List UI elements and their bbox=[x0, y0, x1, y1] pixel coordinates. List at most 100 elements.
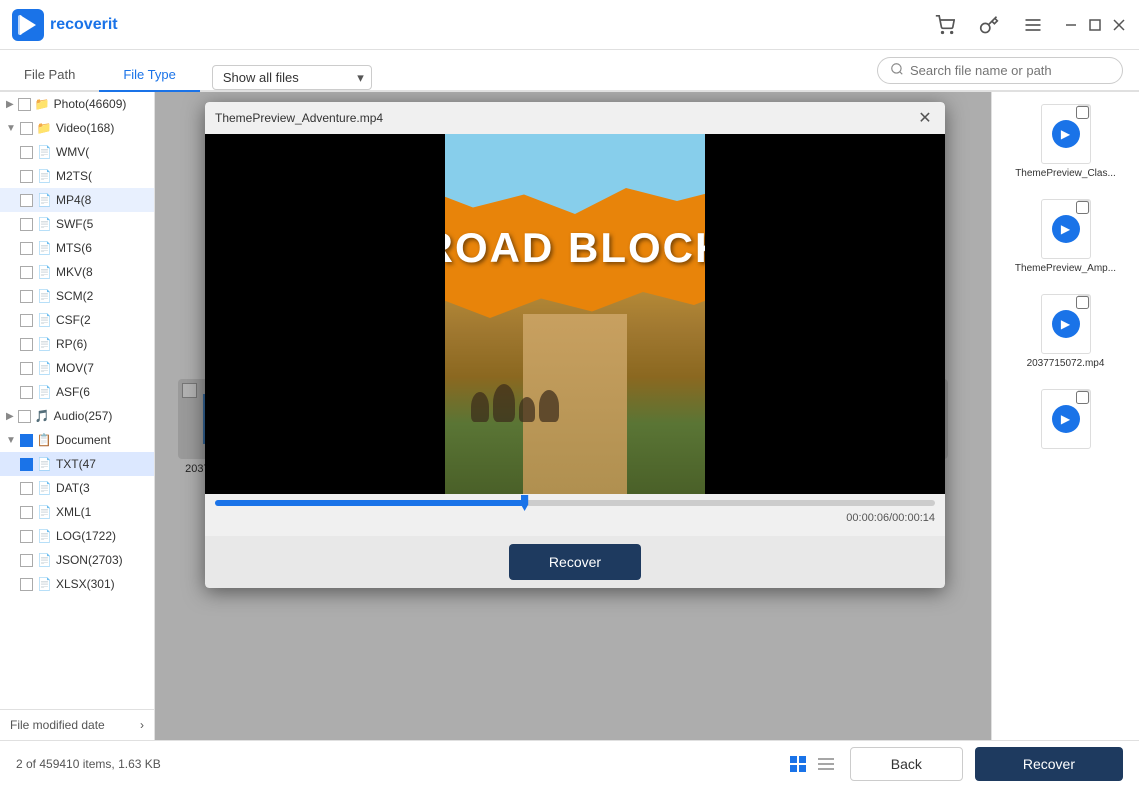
right-panel-checkbox-1[interactable] bbox=[1076, 106, 1089, 119]
checkbox-mkv[interactable] bbox=[20, 266, 33, 279]
checkbox-rp[interactable] bbox=[20, 338, 33, 351]
sidebar-item-swf[interactable]: 📄 SWF(5 bbox=[0, 212, 154, 236]
progress-fill bbox=[215, 500, 525, 506]
checkbox-document[interactable] bbox=[20, 434, 33, 447]
sidebar-item-document[interactable]: ▼ 📋 Document bbox=[0, 428, 154, 452]
checkbox-mov[interactable] bbox=[20, 362, 33, 375]
sidebar-label-m2ts: M2TS( bbox=[56, 169, 92, 183]
tab-file-path[interactable]: File Path bbox=[0, 59, 99, 92]
right-panel-name-2: ThemePreview_Amp... bbox=[1001, 263, 1131, 274]
filter-select[interactable]: Show all files Video Photo Audio Documen… bbox=[212, 65, 372, 90]
sidebar-item-txt[interactable]: 📄 TXT(47 bbox=[0, 452, 154, 476]
sidebar-item-mp4[interactable]: 📄 MP4(8 bbox=[0, 188, 154, 212]
right-panel-checkbox-2[interactable] bbox=[1076, 201, 1089, 214]
right-panel-item-3[interactable]: ▶ 2037715072.mp4 bbox=[996, 290, 1135, 373]
app-logo-icon bbox=[12, 9, 44, 41]
sidebar-item-video[interactable]: ▼ 📁 Video(168) bbox=[0, 116, 154, 140]
sidebar-item-asf[interactable]: 📄 ASF(6 bbox=[0, 380, 154, 404]
sidebar-item-csf[interactable]: 📄 CSF(2 bbox=[0, 308, 154, 332]
folder-icon-mov: 📄 bbox=[37, 361, 52, 375]
expand-audio-icon[interactable]: ▶ bbox=[6, 411, 14, 422]
sidebar-item-dat[interactable]: 📄 DAT(3 bbox=[0, 476, 154, 500]
checkbox-mp4[interactable] bbox=[20, 194, 33, 207]
sidebar-label-video: Video(168) bbox=[56, 121, 115, 135]
search-icon bbox=[890, 62, 904, 79]
sidebar-label-audio: Audio(257) bbox=[54, 409, 113, 423]
checkbox-video[interactable] bbox=[20, 122, 33, 135]
sidebar-item-photo[interactable]: ▶ 📁 Photo(46609) bbox=[0, 92, 154, 116]
modal-recover-button[interactable]: Recover bbox=[509, 544, 641, 580]
title-bar: recoverit bbox=[0, 0, 1139, 50]
checkbox-wmv[interactable] bbox=[20, 146, 33, 159]
checkbox-json[interactable] bbox=[20, 554, 33, 567]
cart-icon[interactable] bbox=[931, 11, 959, 39]
search-input[interactable] bbox=[910, 63, 1110, 78]
video-time-display: 00:00:06/00:00:14 bbox=[846, 512, 935, 524]
menu-icon[interactable] bbox=[1019, 11, 1047, 39]
expand-photo-icon[interactable]: ▶ bbox=[6, 99, 14, 110]
video-center: ROAD BLOCK bbox=[445, 134, 705, 494]
sidebar-label-scm: SCM(2 bbox=[56, 289, 93, 303]
video-bg-right bbox=[705, 134, 945, 494]
expand-document-icon[interactable]: ▼ bbox=[6, 435, 16, 446]
checkbox-dat[interactable] bbox=[20, 482, 33, 495]
sidebar-item-wmv[interactable]: 📄 WMV( bbox=[0, 140, 154, 164]
sidebar-item-audio[interactable]: ▶ 🎵 Audio(257) bbox=[0, 404, 154, 428]
sidebar-label-txt: TXT(47 bbox=[56, 457, 96, 471]
sidebar-item-scm[interactable]: 📄 SCM(2 bbox=[0, 284, 154, 308]
checkbox-xlsx[interactable] bbox=[20, 578, 33, 591]
checkbox-csf[interactable] bbox=[20, 314, 33, 327]
close-button[interactable] bbox=[1111, 17, 1127, 33]
app-name: recoverit bbox=[50, 16, 118, 34]
minimize-button[interactable] bbox=[1063, 17, 1079, 33]
checkbox-asf[interactable] bbox=[20, 386, 33, 399]
bottom-bar: 2 of 459410 items, 1.63 KB Back Recover bbox=[0, 740, 1139, 786]
folder-icon-xml: 📄 bbox=[37, 505, 52, 519]
checkbox-scm[interactable] bbox=[20, 290, 33, 303]
sidebar-item-xlsx[interactable]: 📄 XLSX(301) bbox=[0, 572, 154, 596]
sidebar-item-m2ts[interactable]: 📄 M2TS( bbox=[0, 164, 154, 188]
checkbox-audio[interactable] bbox=[18, 410, 31, 423]
sidebar-icon-document: 📋 bbox=[37, 433, 52, 447]
file-modified-date[interactable]: File modified date › bbox=[0, 709, 155, 740]
sidebar-item-log[interactable]: 📄 LOG(1722) bbox=[0, 524, 154, 548]
maximize-button[interactable] bbox=[1087, 17, 1103, 33]
right-panel-item-4[interactable]: ▶ bbox=[996, 385, 1135, 457]
sidebar-item-mov[interactable]: 📄 MOV(7 bbox=[0, 356, 154, 380]
right-panel-checkbox-4[interactable] bbox=[1076, 391, 1089, 404]
tab-file-type[interactable]: File Type bbox=[99, 59, 200, 92]
sidebar: ▶ 📁 Photo(46609) ▼ 📁 Video(168) 📄 WMV( 📄… bbox=[0, 92, 155, 740]
checkbox-log[interactable] bbox=[20, 530, 33, 543]
checkbox-photo[interactable] bbox=[18, 98, 31, 111]
right-panel-item-2[interactable]: ▶ ThemePreview_Amp... bbox=[996, 195, 1135, 278]
checkbox-xml[interactable] bbox=[20, 506, 33, 519]
checkbox-m2ts[interactable] bbox=[20, 170, 33, 183]
folder-icon-m2ts: 📄 bbox=[37, 169, 52, 183]
checkbox-swf[interactable] bbox=[20, 218, 33, 231]
video-frame: ROAD BLOCK bbox=[205, 134, 945, 494]
expand-video-icon[interactable]: ▼ bbox=[6, 123, 16, 134]
right-panel-name-3: 2037715072.mp4 bbox=[1001, 358, 1131, 369]
modal-title-bar: ThemePreview_Adventure.mp4 ✕ bbox=[205, 102, 945, 134]
modal-close-button[interactable]: ✕ bbox=[915, 108, 935, 128]
sidebar-label-xml: XML(1 bbox=[56, 505, 91, 519]
sidebar-item-rp[interactable]: 📄 RP(6) bbox=[0, 332, 154, 356]
key-icon[interactable] bbox=[975, 11, 1003, 39]
folder-icon-mp4: 📄 bbox=[37, 193, 52, 207]
recover-button[interactable]: Recover bbox=[975, 747, 1123, 781]
animals bbox=[471, 314, 679, 422]
content-area: 2037715072.mp4 620x252_favorites... 620x… bbox=[155, 92, 991, 740]
sidebar-item-xml[interactable]: 📄 XML(1 bbox=[0, 500, 154, 524]
grid-view-icon[interactable] bbox=[786, 752, 810, 776]
sidebar-item-mts[interactable]: 📄 MTS(6 bbox=[0, 236, 154, 260]
sidebar-item-mkv[interactable]: 📄 MKV(8 bbox=[0, 260, 154, 284]
right-panel-checkbox-3[interactable] bbox=[1076, 296, 1089, 309]
right-panel-item-1[interactable]: ▶ ThemePreview_Clas... bbox=[996, 100, 1135, 183]
sidebar-item-json[interactable]: 📄 JSON(2703) bbox=[0, 548, 154, 572]
bottom-info: 2 of 459410 items, 1.63 KB bbox=[16, 757, 161, 771]
back-button[interactable]: Back bbox=[850, 747, 963, 781]
list-view-icon[interactable] bbox=[814, 752, 838, 776]
progress-bar[interactable] bbox=[215, 500, 935, 506]
checkbox-txt[interactable] bbox=[20, 458, 33, 471]
checkbox-mts[interactable] bbox=[20, 242, 33, 255]
